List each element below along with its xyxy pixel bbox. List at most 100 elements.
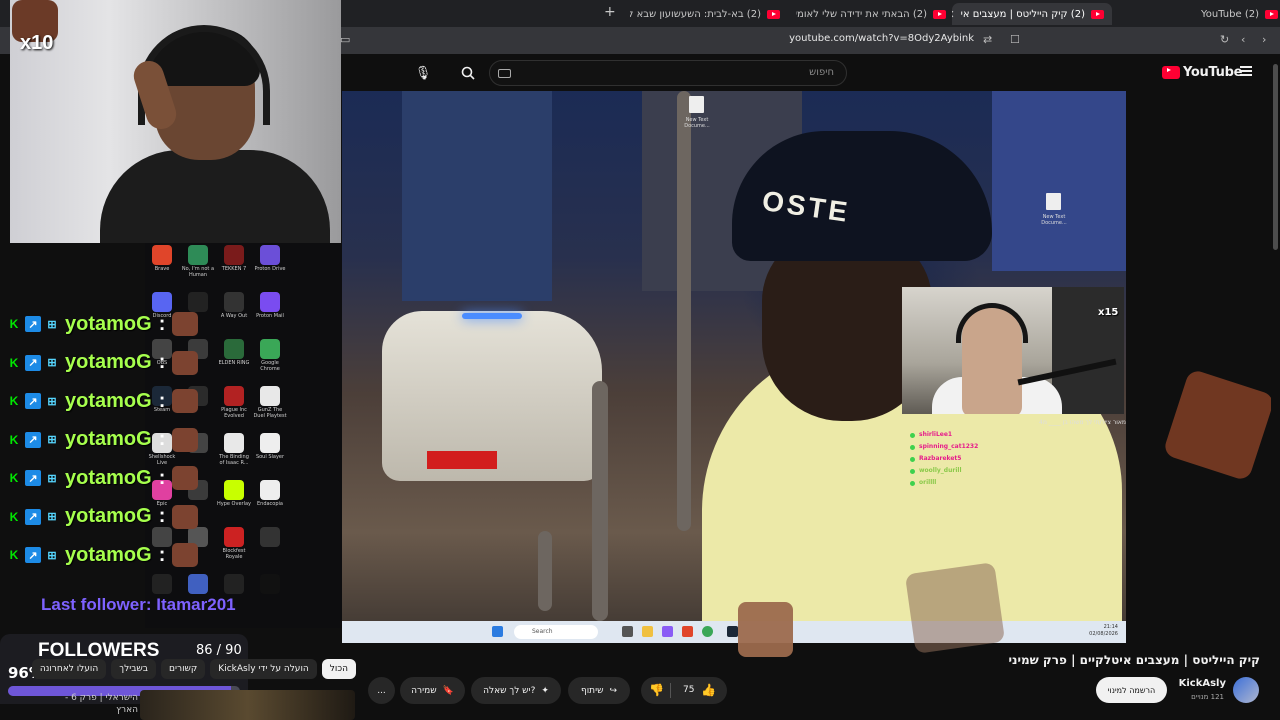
webcam-overlay: x10 xyxy=(10,0,341,243)
desktop-shortcut-label: TEKKEN 7 xyxy=(221,266,247,272)
desktop-shortcut[interactable]: Soul Slayer xyxy=(252,433,288,460)
menu-icon[interactable] xyxy=(1240,66,1252,76)
rec-title[interactable]: הישראלי | פרק 6 - הארץ xyxy=(42,692,138,716)
save-button[interactable]: שמירה 🔖 xyxy=(400,677,465,704)
tab-close-icon[interactable]: ✕ xyxy=(952,8,955,21)
app-icon xyxy=(152,292,172,312)
desktop-shortcut[interactable]: Google Chrome xyxy=(252,339,288,372)
filter-chip[interactable]: בשבילך xyxy=(111,659,157,679)
user-badge-icon xyxy=(910,432,915,438)
url-text[interactable]: youtube.com/watch?v=8Ody2Aybink xyxy=(789,33,974,44)
app-icon xyxy=(224,433,244,453)
emote-icon xyxy=(172,466,199,490)
followers-count: 86 / 90 xyxy=(196,643,242,658)
bookmark-icon[interactable]: ☐ xyxy=(1010,33,1020,46)
voice-search-icon[interactable]: 🎙 xyxy=(412,62,434,84)
desktop-shortcut[interactable]: Hype Overlay xyxy=(216,480,252,507)
desktop-shortcut[interactable]: Brave xyxy=(144,245,180,272)
desktop-shortcut[interactable]: No, I'm not a Human xyxy=(180,245,216,278)
user-badge-icon xyxy=(910,480,915,486)
scrollbar[interactable] xyxy=(1271,54,1280,720)
youtube-logo[interactable]: YouTube xyxy=(1162,65,1242,80)
chat-line: woolly_durill xyxy=(910,465,1126,477)
emote-multiplier: x10 xyxy=(20,32,54,54)
tab-current-video[interactable]: (2) קיק הייליטס | מעצבים אי ✕ xyxy=(952,3,1112,25)
like-dislike-group: 👎 75 👍 xyxy=(641,677,727,704)
new-tab-icon[interactable]: + xyxy=(604,4,616,20)
desktop-shortcut[interactable]: ELDEN RING xyxy=(216,339,252,366)
desktop-shortcut[interactable]: Blockfest Royale xyxy=(216,527,252,560)
app-icon xyxy=(260,480,280,500)
taskbar-search: Search xyxy=(514,625,598,639)
app-icon xyxy=(188,245,208,265)
desktop-shortcut[interactable] xyxy=(180,574,216,595)
desktop-shortcut-label: Blockfest Royale xyxy=(222,548,246,560)
desktop-shortcut[interactable]: GunZ The Duel Playtest xyxy=(252,386,288,419)
chat-user: orillll xyxy=(919,479,937,486)
bookmark-icon: 🔖 xyxy=(442,685,454,696)
desktop-shortcut[interactable] xyxy=(252,574,288,595)
desktop-shortcut[interactable] xyxy=(216,574,252,595)
like-count[interactable]: 75 xyxy=(683,685,694,695)
app-icon xyxy=(260,433,280,453)
desktop-shortcut[interactable] xyxy=(144,574,180,595)
reload-icon[interactable]: ↻ xyxy=(1220,33,1229,46)
street-pole xyxy=(592,381,608,621)
tab-video-2[interactable]: (2) הבאתי את ידידה שלי לאומיגל שר xyxy=(796,3,946,25)
desktop-shortcut-label: A Way Out xyxy=(220,313,248,319)
site-settings-icon[interactable]: ⇄ xyxy=(983,33,992,46)
desktop-shortcut[interactable]: Proton Drive xyxy=(252,245,288,272)
recommendation-item[interactable]: הישראלי | פרק 6 - הארץ xyxy=(40,690,370,720)
desktop-shortcut-label: The Binding of Isaac R... xyxy=(219,454,249,466)
save-label: שמירה xyxy=(411,685,437,696)
filter-chip[interactable]: הועלו לאחרונה xyxy=(31,659,107,679)
desktop-shortcut[interactable] xyxy=(252,527,288,548)
desktop-shortcut[interactable]: Plague Inc Evolved xyxy=(216,386,252,419)
desktop-shortcut[interactable]: The Binding of Isaac R... xyxy=(216,433,252,466)
share-button[interactable]: שיתוף ↪ xyxy=(568,677,630,704)
desktop-shortcut[interactable]: Proton Mail xyxy=(252,292,288,319)
desktop-shortcut-label: Google Chrome xyxy=(260,360,280,372)
filter-chip[interactable]: קשורים xyxy=(161,659,206,679)
desktop-shortcut[interactable] xyxy=(180,292,216,313)
tab-youtube[interactable]: YouTube (2) xyxy=(1120,3,1278,25)
subscribe-button[interactable]: הרשמה למינוי xyxy=(1096,677,1167,703)
dislike-icon[interactable]: 👎 xyxy=(649,683,664,697)
app-icon xyxy=(188,292,208,312)
ask-button[interactable]: יש לך שאלה? ✦ xyxy=(471,677,561,704)
desktop-shortcut-label: Soul Slayer xyxy=(255,454,285,460)
scrollbar-thumb[interactable] xyxy=(1273,64,1278,250)
emote-icon xyxy=(172,350,199,375)
emote-sticker xyxy=(904,562,1006,654)
channel-avatar[interactable] xyxy=(1233,677,1259,703)
search-button[interactable] xyxy=(457,62,479,84)
search-input[interactable]: חיפוש xyxy=(489,60,847,86)
desktop-shortcut[interactable]: TEKKEN 7 xyxy=(216,245,252,272)
more-actions-button[interactable]: ... xyxy=(368,677,395,704)
chat-header: מאור צייר/תי לך משהו בן ____ מ4 xyxy=(1038,419,1126,426)
channel-name[interactable]: KickAsly xyxy=(1170,678,1226,689)
desktop-shortcut[interactable]: Endacopia xyxy=(252,480,288,507)
chat-separator: : xyxy=(158,466,166,489)
app-icon xyxy=(224,339,244,359)
rec-thumbnail[interactable] xyxy=(140,690,355,720)
screen-share-icon[interactable]: ▭ xyxy=(340,33,350,46)
emote-icon xyxy=(172,543,199,567)
tab-title: (2) הבאתי את ידידה שלי לאומיגל שר xyxy=(796,8,927,20)
desktop-shortcut[interactable]: A Way Out xyxy=(216,292,252,319)
chat-line: Razbareket5 xyxy=(910,453,1126,465)
filter-chip[interactable]: הועלה על ידי KickAsly xyxy=(210,659,317,679)
keyboard-icon[interactable] xyxy=(498,69,511,78)
back-icon[interactable]: ‹ xyxy=(1241,33,1245,46)
chat-line: K ↗ ⊞ yotamoG: xyxy=(6,466,199,490)
like-icon[interactable]: 👍 xyxy=(701,683,716,697)
filter-chip[interactable]: הכול xyxy=(321,659,356,679)
forward-icon[interactable]: › xyxy=(1262,33,1266,46)
tab-video-3[interactable]: (2) בא-לבית: השעשועון שבא לבית של xyxy=(630,3,780,25)
gift-badge-icon: ↗ xyxy=(25,316,41,332)
share-label: שיתוף xyxy=(580,685,604,696)
desktop-icon-label: New Text Docume... xyxy=(1041,214,1067,226)
video-player[interactable]: OSTE New Text Docume... New Text Docume.… xyxy=(342,91,1126,643)
chat-line: K ↗ ⊞ yotamoG: xyxy=(6,504,199,529)
kick-badge-icon: K xyxy=(9,509,19,524)
